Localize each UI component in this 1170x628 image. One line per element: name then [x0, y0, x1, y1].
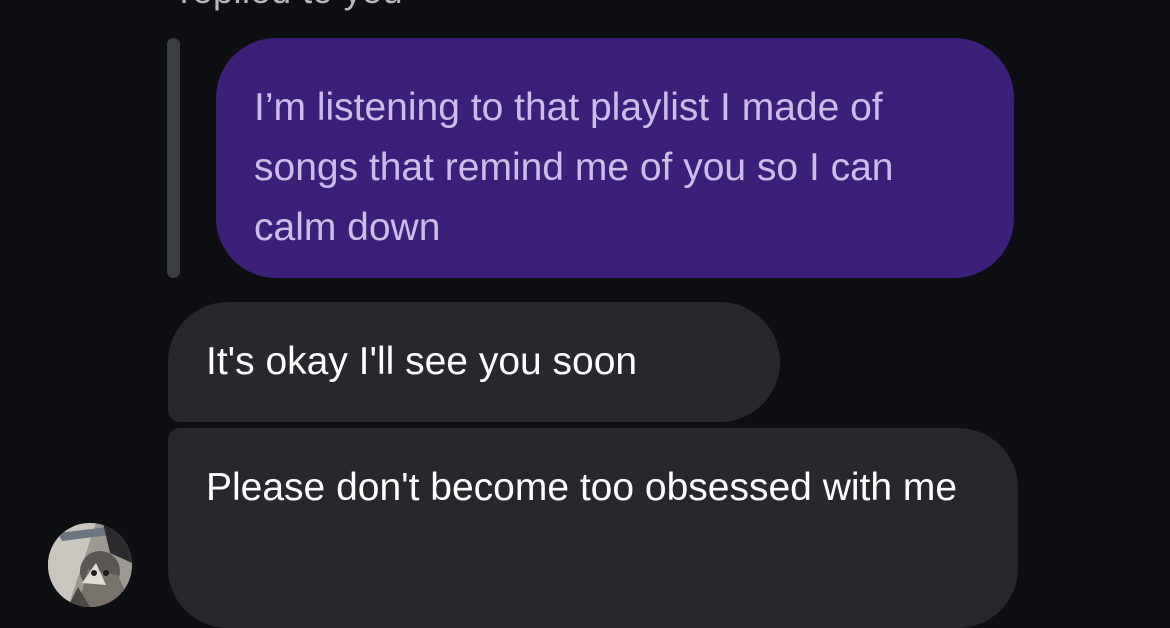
message-text: It's okay I'll see you soon: [206, 340, 638, 383]
cat-photo-avatar-icon: [48, 523, 132, 607]
reply-indicator-bar: [167, 38, 180, 278]
message-bubble-incoming[interactable]: It's okay I'll see you soon: [168, 302, 780, 422]
quoted-message-bubble[interactable]: I’m listening to that playlist I made of…: [216, 38, 1014, 278]
reply-header-text: replied to you: [180, 0, 403, 12]
message-text: Please don't become too obsessed with me: [206, 466, 958, 509]
message-bubble-incoming[interactable]: Please don't become too obsessed with me: [168, 428, 1018, 628]
quoted-message-text: I’m listening to that playlist I made of…: [254, 86, 894, 249]
sender-avatar[interactable]: [48, 523, 132, 607]
